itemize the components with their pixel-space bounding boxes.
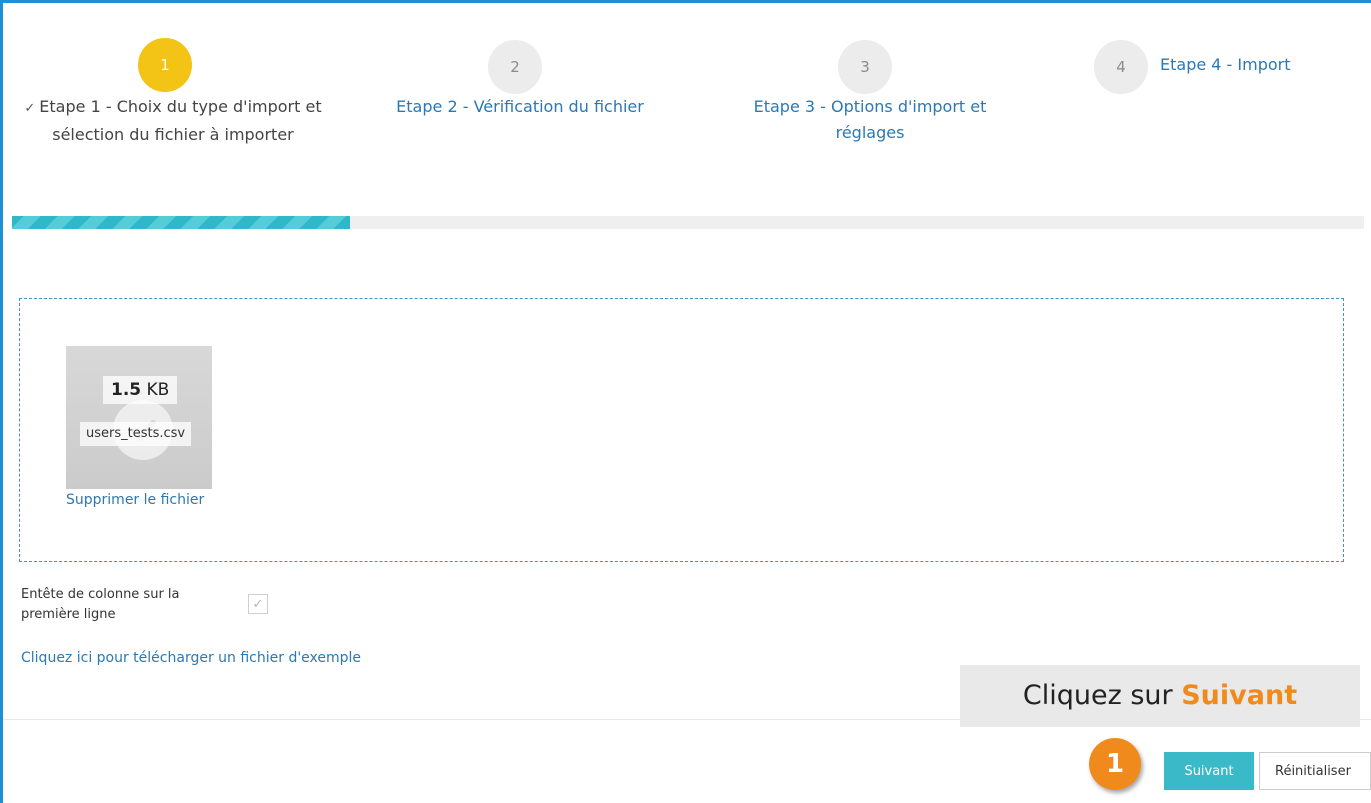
instruction-text: Cliquez sur	[1022, 680, 1182, 711]
file-name: users_tests.csv	[80, 422, 192, 446]
step-1-circle[interactable]: 1	[138, 38, 192, 92]
step-4-circle[interactable]: 4	[1094, 40, 1148, 94]
remove-file-link[interactable]: Supprimer le fichier	[66, 492, 204, 508]
header-row-checkbox[interactable]: ✓	[248, 594, 268, 614]
step-3-number: 3	[860, 58, 870, 76]
step-1-number: 1	[160, 56, 170, 74]
checkbox-check-icon: ✓	[252, 596, 264, 612]
file-size-value: 1.5	[111, 380, 142, 400]
instruction-banner: Cliquez sur Suivant	[960, 665, 1360, 727]
step-4-label[interactable]: Etape 4 - Import	[1160, 52, 1291, 78]
step-4-number: 4	[1116, 58, 1126, 76]
step-badge: 1	[1089, 738, 1141, 790]
file-dropzone[interactable]	[19, 298, 1344, 562]
progress-bar-fill	[12, 216, 350, 229]
progress-bar	[12, 216, 1364, 229]
step-3-label[interactable]: Etape 3 - Options d'import et réglages	[725, 94, 1015, 146]
instruction-highlight: Suivant	[1181, 680, 1298, 711]
next-button[interactable]: Suivant	[1164, 752, 1254, 790]
header-row-label: Entête de colonne sur la première ligne	[21, 587, 180, 622]
step-2-number: 2	[510, 58, 520, 76]
file-size-unit: KB	[146, 380, 170, 400]
step-2-label[interactable]: Etape 2 - Vérification du fichier	[370, 94, 670, 120]
download-example-link[interactable]: Cliquez ici pour télécharger un fichier …	[21, 650, 361, 666]
step-2-circle[interactable]: 2	[488, 40, 542, 94]
checkmark-icon: ✓	[24, 101, 36, 116]
reset-button[interactable]: Réinitialiser	[1259, 752, 1371, 790]
step-1-label: ✓ Etape 1 - Choix du type d'import et sél…	[24, 97, 322, 144]
step-3-circle[interactable]: 3	[838, 40, 892, 94]
